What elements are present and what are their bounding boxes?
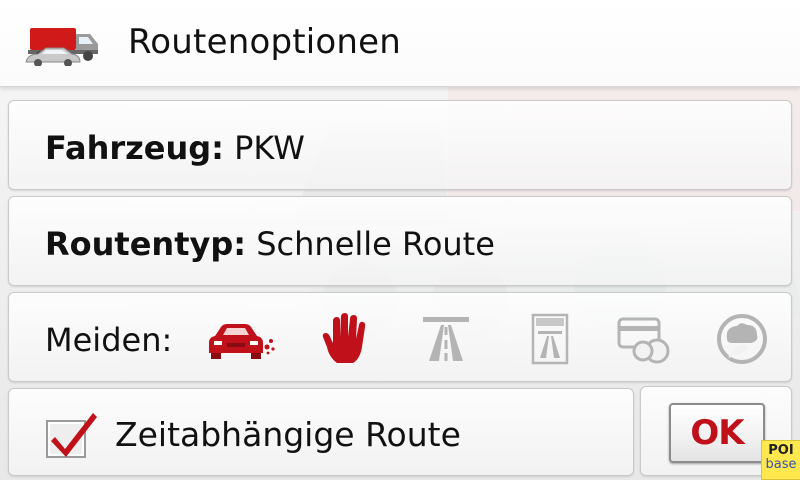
badge-line2: base [765, 457, 797, 472]
vehicle-setting-button[interactable]: Fahrzeug: PKW [8, 100, 792, 190]
toll-road-icon[interactable] [515, 313, 585, 365]
poi-base-badge: POI base [761, 440, 800, 480]
badge-line1: POI [768, 443, 794, 458]
time-dependent-route-label: Zeitabhängige Route [115, 415, 461, 454]
time-dependent-route-toggle[interactable]: Zeitabhängige Route [8, 388, 634, 476]
page-title: Routenoptionen [128, 22, 402, 62]
header-bar: Routenoptionen [0, 0, 800, 87]
route-type-value: Schnelle Route [256, 225, 495, 263]
truck-car-icon [25, 28, 98, 66]
avoid-options-row: Meiden: [8, 292, 792, 382]
ok-button[interactable]: OK [669, 403, 765, 463]
eco-zone-icon[interactable] [707, 313, 777, 365]
checkbox-checked-icon[interactable] [45, 409, 101, 461]
traffic-jam-icon[interactable] [205, 313, 275, 365]
avoid-label: Meiden: [45, 321, 173, 359]
vehicle-value: PKW [234, 129, 305, 167]
vehicle-label: Fahrzeug: [45, 129, 224, 167]
hand-stop-icon[interactable] [313, 313, 383, 365]
motorway-icon[interactable] [411, 313, 481, 365]
route-type-setting-button[interactable]: Routentyp: Schnelle Route [8, 196, 792, 286]
route-type-label: Routentyp: [45, 225, 247, 263]
toll-card-icon[interactable] [613, 313, 683, 365]
